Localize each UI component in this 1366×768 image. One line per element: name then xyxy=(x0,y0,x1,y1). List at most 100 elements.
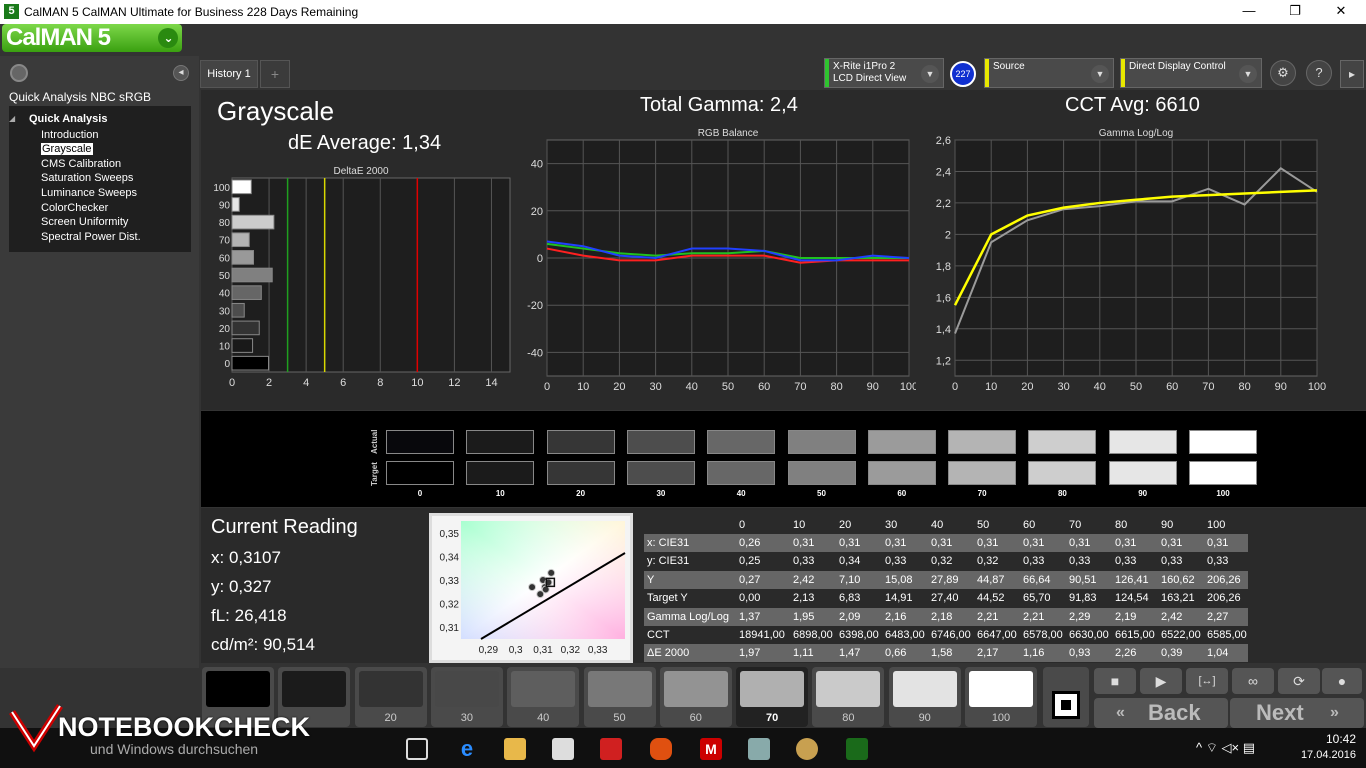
app-icon-2[interactable] xyxy=(650,738,672,760)
x-tick-label: 0 xyxy=(229,377,235,389)
clock-date[interactable]: 17.04.2016 xyxy=(1290,749,1356,761)
source-selector[interactable]: Source ▼ xyxy=(984,58,1114,88)
sidebar-item-introduction[interactable]: Introduction xyxy=(41,129,98,141)
patch-button[interactable]: 60 xyxy=(659,667,732,727)
table-cell: 0,31 xyxy=(1207,537,1229,549)
table-cell: 6615,00 xyxy=(1115,629,1155,641)
refresh-button[interactable]: ⟳ xyxy=(1278,668,1320,694)
table-cell: 66,64 xyxy=(1023,573,1051,586)
maximize-button[interactable]: ❐ xyxy=(1272,0,1318,24)
paint-icon[interactable] xyxy=(796,738,818,760)
table-row: CCT 18941,00 6898,00 6398,00 6483,00 6746,00 6… xyxy=(644,626,1248,644)
sidebar-collapse-button[interactable]: ◂ xyxy=(173,65,189,81)
y-tick-label: 0,32 xyxy=(440,600,460,611)
patch-button[interactable]: 40 xyxy=(507,667,580,727)
patch-button[interactable]: 80 xyxy=(812,667,885,727)
deltae-chart: DeltaE 20000 2 4 6 8 10 12 14100908070605040302… xyxy=(213,166,511,389)
table-cell: 0,32 xyxy=(931,555,953,568)
clock-time[interactable]: 10:42 xyxy=(1296,732,1356,746)
record-icon[interactable] xyxy=(10,64,28,82)
close-button[interactable]: ✕ xyxy=(1318,0,1364,24)
mcafee-icon[interactable]: M xyxy=(700,738,722,760)
task-view-icon[interactable] xyxy=(406,738,428,760)
display-selector[interactable]: Direct Display Control ▼ xyxy=(1120,58,1262,88)
store-icon[interactable] xyxy=(552,738,574,760)
calman-logo-button[interactable]: CalMAN 5 ⌄ xyxy=(2,24,182,52)
settings-gear-icon[interactable]: ⚙ xyxy=(1270,60,1296,86)
sidebar-item-spectral-power[interactable]: Spectral Power Dist. xyxy=(41,231,141,243)
help-icon[interactable]: ? xyxy=(1306,60,1332,86)
table-cell: 2,16 xyxy=(885,610,907,623)
chevron-down-icon: ▼ xyxy=(921,65,939,83)
back-button[interactable]: « Back xyxy=(1094,698,1228,728)
meter-selector[interactable]: X-Rite i1Pro 2 LCD Direct View ▼ xyxy=(824,58,944,88)
edge-icon[interactable]: e xyxy=(456,738,478,760)
reader-icon[interactable] xyxy=(600,738,622,760)
y-tick-label: 1,4 xyxy=(936,324,951,336)
sidebar-item-saturation-sweeps[interactable]: Saturation Sweeps xyxy=(41,172,133,184)
table-cell: 2,42 xyxy=(1161,610,1183,623)
table-cell: 20 xyxy=(839,519,852,531)
system-tray[interactable]: ^ ⌔ ◁× ▤ xyxy=(1196,740,1255,756)
patch-button[interactable]: 70 xyxy=(736,667,809,727)
x-tick-label: 100 xyxy=(900,381,916,393)
minimize-button[interactable]: — xyxy=(1226,0,1272,24)
table-cell: 6483,00 xyxy=(885,629,925,641)
rgb-balance-chart: RGB Balance 0 10 20 30 40 50 60 70 80 90 100 40 20 0 -2… xyxy=(527,128,916,393)
display-status-bar xyxy=(1121,59,1125,87)
stop-button[interactable]: ■ xyxy=(1094,668,1136,694)
actual-swatch xyxy=(707,430,776,454)
sidebar-item-luminance-sweeps[interactable]: Luminance Sweeps xyxy=(41,187,137,199)
table-cell: 2,29 xyxy=(1069,610,1091,623)
next-button[interactable]: Next » xyxy=(1230,698,1364,728)
table-cell: 0 xyxy=(739,519,746,531)
tab-history-1[interactable]: History 1 xyxy=(200,60,258,88)
meter-badge[interactable]: 227 xyxy=(950,61,976,87)
sidebar-item-screen-uniformity[interactable]: Screen Uniformity xyxy=(41,216,128,228)
table-cell: 90,51 xyxy=(1069,573,1097,586)
source-status-bar xyxy=(985,59,989,87)
table-cell: 0,00 xyxy=(739,592,761,605)
expand-arrow-icon[interactable]: ◢ xyxy=(9,114,15,123)
table-cell: 1,04 xyxy=(1207,647,1229,660)
record-button[interactable]: ● xyxy=(1322,668,1362,694)
chart-title: DeltaE 2000 xyxy=(333,166,388,177)
chart-title: RGB Balance xyxy=(698,128,759,139)
table-cell: 0,31 xyxy=(1023,537,1045,549)
stop-all-button[interactable] xyxy=(1043,667,1089,727)
patch-button[interactable]: 30 xyxy=(430,667,503,727)
play-button[interactable]: ▶ xyxy=(1140,668,1182,694)
deltae-bar xyxy=(231,355,270,371)
photo-icon[interactable] xyxy=(748,738,770,760)
sidebar-item-colorchecker[interactable]: ColorChecker xyxy=(41,202,108,214)
patch-color xyxy=(969,671,1033,707)
explorer-icon[interactable] xyxy=(504,738,526,760)
patch-button[interactable]: 90 xyxy=(888,667,961,727)
tree-root[interactable]: Quick Analysis xyxy=(29,113,107,125)
chevron-down-icon: ▼ xyxy=(1091,65,1109,83)
x-tick-label: 2 xyxy=(266,377,272,389)
notebookcheck-check-logo xyxy=(9,704,63,753)
patch-button[interactable]: 100 xyxy=(965,667,1037,727)
table-cell: 1,47 xyxy=(839,647,861,660)
table-cell: 50 xyxy=(977,519,990,531)
table-cell: 0,31 xyxy=(1115,537,1137,549)
x-tick-label: 6 xyxy=(340,377,346,389)
patch-button[interactable]: 50 xyxy=(583,667,656,727)
table-cell: 27,89 xyxy=(931,573,959,586)
patch-button[interactable]: 20 xyxy=(354,667,427,727)
table-cell: 14,91 xyxy=(885,592,913,605)
panel-collapse-button[interactable]: ▸ xyxy=(1340,60,1364,88)
patch-color xyxy=(892,671,957,707)
x-tick-label: 14 xyxy=(485,377,497,389)
sidebar-item-cms-calibration[interactable]: CMS Calibration xyxy=(41,158,121,170)
fit-button[interactable]: [↔] xyxy=(1186,668,1228,694)
calman-taskbar-icon[interactable] xyxy=(846,738,868,760)
table-cell: 7,10 xyxy=(839,573,861,586)
sidebar-item-grayscale[interactable]: Grayscale xyxy=(41,143,93,155)
x-tick-label: 60 xyxy=(758,381,770,393)
add-tab-button[interactable]: + xyxy=(260,60,290,88)
logo-text: CalMAN 5 xyxy=(6,24,111,51)
table-cell: 0,33 xyxy=(1115,555,1137,568)
loop-button[interactable]: ∞ xyxy=(1232,668,1274,694)
